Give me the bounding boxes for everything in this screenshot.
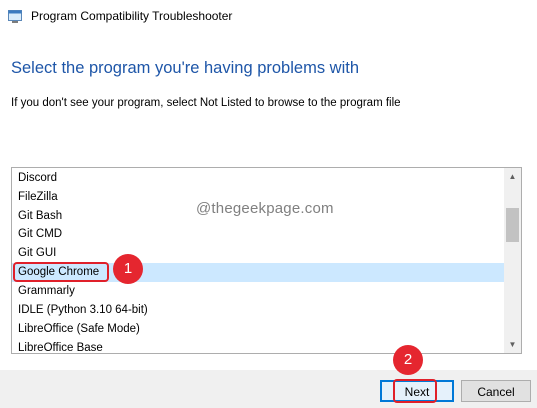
- window-title: Program Compatibility Troubleshooter: [31, 9, 233, 23]
- highlight-box-google-chrome: [13, 262, 109, 282]
- troubleshooter-app-icon: [8, 10, 22, 23]
- scroll-down-arrow-icon[interactable]: ▼: [504, 336, 521, 353]
- instruction-text: If you don't see your program, select No…: [11, 97, 401, 109]
- page-heading: Select the program you're having problem…: [11, 59, 359, 77]
- annotation-badge-2: 2: [393, 345, 423, 375]
- title-bar: Program Compatibility Troubleshooter: [0, 0, 537, 34]
- annotation-badge-1: 1: [113, 254, 143, 284]
- program-list[interactable]: Discord FileZilla Git Bash Git CMD Git G…: [11, 167, 522, 354]
- list-item[interactable]: Discord: [12, 169, 505, 188]
- list-item[interactable]: Git GUI: [12, 244, 505, 263]
- list-item[interactable]: LibreOffice (Safe Mode): [12, 320, 505, 339]
- scroll-thumb[interactable]: [506, 208, 519, 242]
- scroll-up-arrow-icon[interactable]: ▲: [504, 168, 521, 185]
- watermark: @thegeekpage.com: [196, 200, 334, 217]
- list-item[interactable]: LibreOffice Base: [12, 339, 505, 353]
- highlight-box-next: [393, 379, 437, 403]
- list-item[interactable]: Grammarly: [12, 282, 505, 301]
- list-item[interactable]: Git CMD: [12, 225, 505, 244]
- button-footer: [0, 370, 537, 408]
- vertical-scrollbar[interactable]: ▲ ▼: [504, 168, 521, 353]
- list-item[interactable]: IDLE (Python 3.10 64-bit): [12, 301, 505, 320]
- cancel-button[interactable]: Cancel: [461, 380, 531, 402]
